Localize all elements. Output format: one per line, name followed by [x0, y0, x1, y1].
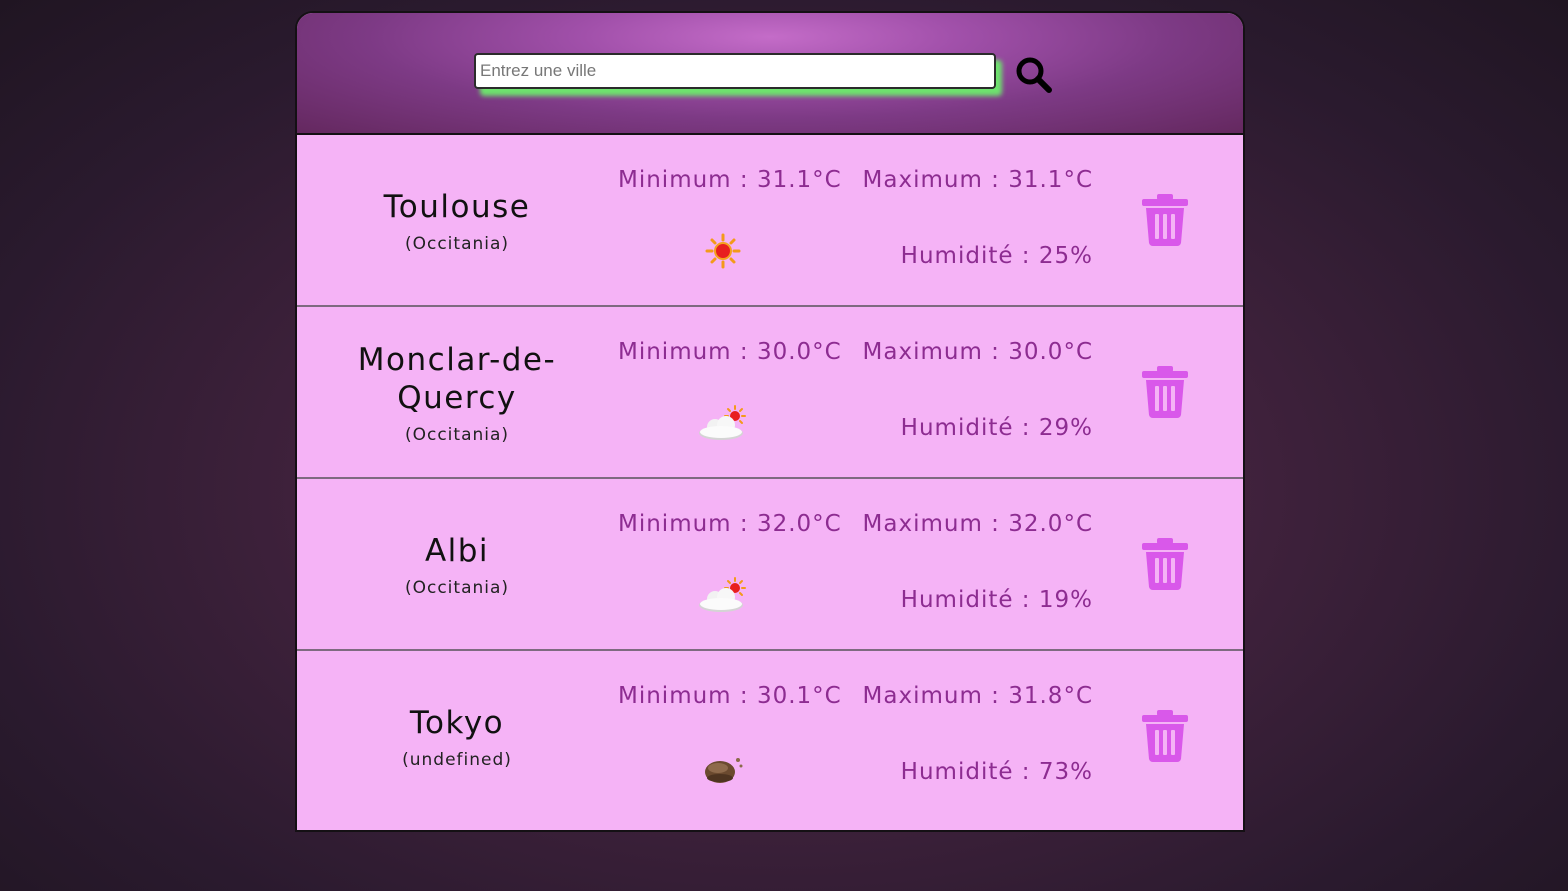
min-temperature: Minimum : 30.1°C: [618, 683, 842, 709]
max-temperature: Maximum : 30.0°C: [862, 339, 1093, 365]
city-name: Monclar-de-Quercy: [357, 342, 557, 416]
max-temperature: Maximum : 31.8°C: [862, 683, 1093, 709]
city-region: (Occitania): [404, 425, 510, 445]
city-name: Toulouse: [383, 189, 531, 225]
delete-city-button[interactable]: [1139, 193, 1191, 249]
delete-city-button[interactable]: [1139, 537, 1191, 593]
delete-city-button[interactable]: [1139, 365, 1191, 421]
min-temperature: Minimum : 32.0°C: [618, 511, 842, 537]
city-info: Monclar-de-Quercy (Occitania): [337, 307, 577, 479]
max-temperature: Maximum : 32.0°C: [862, 511, 1093, 537]
humidity: Humidité : 29%: [900, 415, 1093, 441]
city-name: Albi: [424, 533, 490, 569]
sun-icon: [705, 233, 741, 269]
city-card: Albi (Occitania) Minimum : 32.0°C Maximu…: [297, 479, 1243, 651]
city-info: Albi (Occitania): [337, 479, 577, 651]
city-search-input[interactable]: [474, 53, 996, 89]
trash-icon: [1142, 710, 1188, 762]
city-region: (Occitania): [404, 234, 510, 254]
city-card: Monclar-de-Quercy (Occitania) Minimum : …: [297, 307, 1243, 479]
humidity: Humidité : 25%: [900, 243, 1093, 269]
city-region: (Occitania): [404, 578, 510, 598]
partly-cloudy-icon: [699, 577, 746, 612]
dark-cloud-icon: [705, 758, 743, 783]
city-name: Tokyo: [409, 705, 505, 741]
trash-icon: [1142, 366, 1188, 418]
min-temperature: Minimum : 31.1°C: [618, 167, 842, 193]
trash-icon: [1142, 538, 1188, 590]
humidity: Humidité : 73%: [900, 759, 1093, 785]
delete-city-button[interactable]: [1139, 709, 1191, 765]
city-info: Toulouse (Occitania): [337, 135, 577, 307]
humidity: Humidité : 19%: [900, 587, 1093, 613]
search-header: [297, 13, 1243, 135]
city-info: Tokyo (undefined): [337, 651, 577, 823]
min-temperature: Minimum : 30.0°C: [618, 339, 842, 365]
city-card: Toulouse (Occitania) Minimum : 31.1°C Ma…: [297, 135, 1243, 307]
city-region: (undefined): [402, 750, 512, 770]
max-temperature: Maximum : 31.1°C: [862, 167, 1093, 193]
search-button[interactable]: [1015, 54, 1057, 96]
city-card: Tokyo (undefined) Minimum : 30.1°C Maxim…: [297, 651, 1243, 823]
partly-cloudy-icon: [699, 405, 746, 440]
search-icon: [1016, 57, 1052, 93]
weather-app: Toulouse (Occitania) Minimum : 31.1°C Ma…: [295, 11, 1245, 832]
trash-icon: [1142, 194, 1188, 246]
